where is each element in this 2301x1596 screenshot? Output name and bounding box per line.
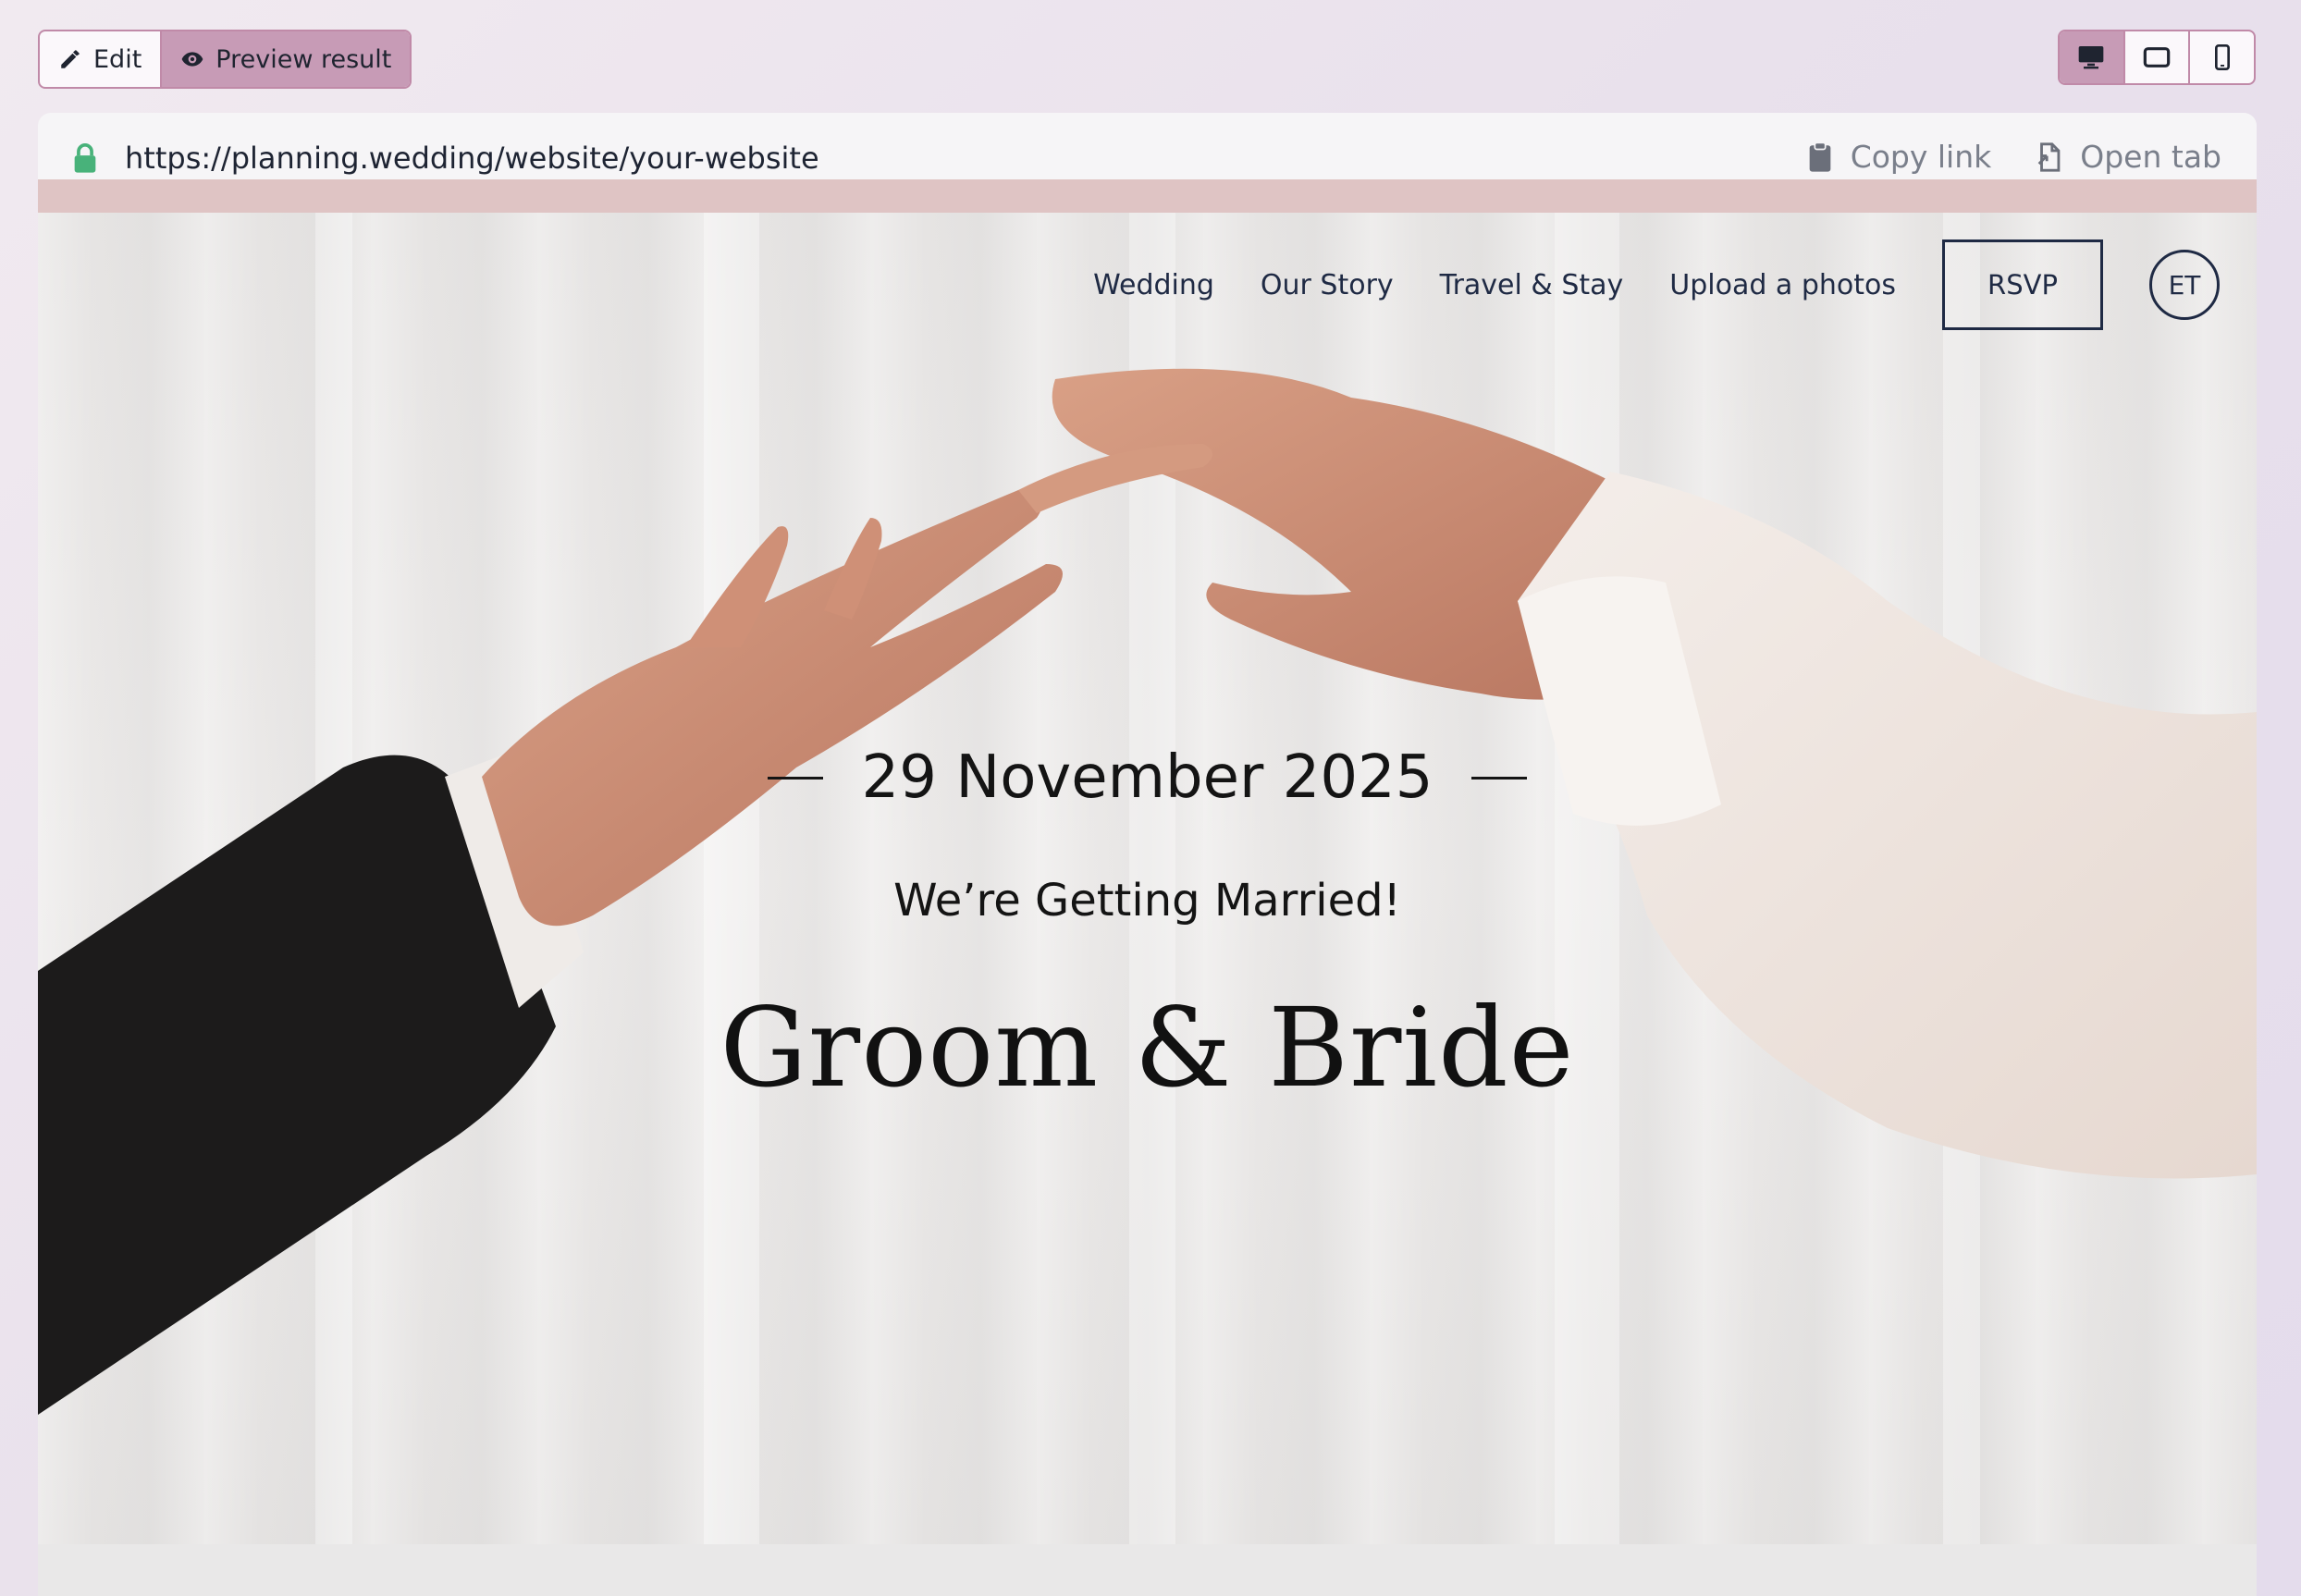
language-selector[interactable]: ET <box>2149 250 2220 320</box>
mobile-view-button[interactable] <box>2188 31 2254 83</box>
date-dash-right <box>1471 776 1528 780</box>
desktop-view-button[interactable] <box>2060 31 2123 83</box>
nav-link-our-story[interactable]: Our Story <box>1261 269 1394 301</box>
tablet-icon <box>2143 47 2171 68</box>
wedding-date-text: 29 November 2025 <box>861 743 1434 812</box>
preview-button-label: Preview result <box>215 44 392 74</box>
copy-link-button[interactable]: Copy link <box>1806 139 1992 175</box>
clipboard-icon <box>1809 141 1831 172</box>
url-bar-strip <box>38 179 2257 213</box>
device-switcher <box>2058 30 2256 85</box>
hero-footer-band <box>38 1544 2257 1596</box>
url-actions: Copy link Open tab <box>1806 139 2221 175</box>
lock-icon <box>74 143 96 173</box>
rsvp-button[interactable]: RSVP <box>1942 239 2103 330</box>
open-tab-label: Open tab <box>2080 139 2221 175</box>
nav-link-wedding[interactable]: Wedding <box>1093 269 1214 301</box>
site-navigation: Wedding Our Story Travel & Stay Upload a… <box>1093 239 2220 331</box>
couple-names: Groom & Bride <box>720 984 1575 1111</box>
website-hero: Wedding Our Story Travel & Stay Upload a… <box>38 213 2257 1544</box>
desktop-icon <box>2078 46 2104 69</box>
tablet-view-button[interactable] <box>2123 31 2189 83</box>
mode-toggle: Edit Preview result <box>38 30 412 89</box>
wedding-date: 29 November 2025 <box>38 743 2257 812</box>
open-tab-button[interactable]: Open tab <box>2036 139 2221 175</box>
edit-button[interactable]: Edit <box>40 31 160 87</box>
mobile-icon <box>2214 44 2230 70</box>
nav-link-travel-stay[interactable]: Travel & Stay <box>1440 269 1624 301</box>
hero-subtitle: We’re Getting Married! <box>893 875 1401 927</box>
date-dash-left <box>767 776 823 780</box>
url-bar: https://planning.wedding/website/your-we… <box>38 113 2257 213</box>
browser-preview-frame: https://planning.wedding/website/your-we… <box>38 113 2257 1596</box>
edit-button-label: Edit <box>93 44 142 74</box>
language-label: ET <box>2168 269 2201 301</box>
nav-link-upload-photos[interactable]: Upload a photos <box>1669 269 1896 301</box>
pencil-icon <box>61 50 80 68</box>
copy-link-label: Copy link <box>1850 139 1992 175</box>
open-tab-icon <box>2037 141 2061 172</box>
eye-icon <box>181 52 203 67</box>
preview-result-button[interactable]: Preview result <box>160 31 411 87</box>
rsvp-button-label: RSVP <box>1987 269 2058 301</box>
website-url[interactable]: https://planning.wedding/website/your-we… <box>125 141 819 176</box>
